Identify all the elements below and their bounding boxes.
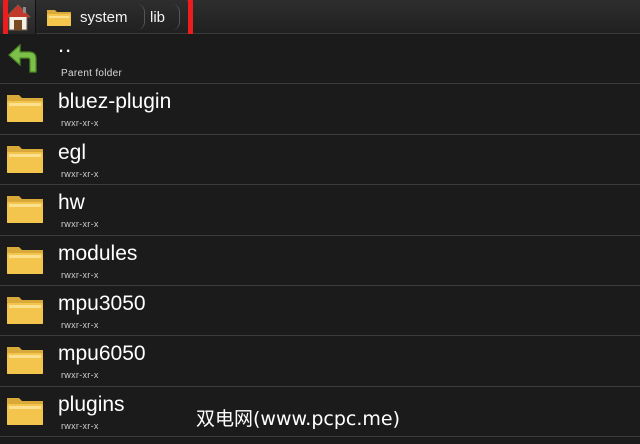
list-item[interactable]: egl rwxr-xr-x [0,134,640,186]
folder-icon [7,95,43,123]
parent-folder-row[interactable]: .. Parent folder [0,32,640,85]
row-permissions: rwxr-xr-x [61,219,99,230]
folder-icon [7,196,43,224]
row-permissions: rwxr-xr-x [61,118,99,129]
home-button[interactable] [0,0,36,34]
row-permissions: rwxr-xr-x [61,269,99,280]
list-item[interactable]: hw rwxr-xr-x [0,185,640,236]
row-name: modules [58,241,138,265]
row-name: egl [58,140,87,164]
breadcrumb-label: lib [150,8,166,26]
row-name: bluez-plugin [58,90,172,114]
row-permissions: rwxr-xr-x [61,370,99,381]
breadcrumb-separator [172,4,180,30]
row-permissions: rwxr-xr-x [61,319,99,330]
row-name: mpu6050 [58,342,146,366]
file-list: .. Parent folder bluez-plugin rwxr-xr-x … [0,32,640,438]
list-item[interactable]: mpu3050 rwxr-xr-x [0,285,640,337]
list-item[interactable]: bluez-plugin rwxr-xr-x [0,84,640,135]
folder-icon [7,296,43,324]
file-manager-app: system lib .. Parent folder bluez-plugin… [0,0,640,444]
folder-icon [7,145,43,173]
breadcrumb-item-system[interactable]: system [46,0,128,34]
row-name: plugins [58,392,125,416]
row-permissions: rwxr-xr-x [61,420,99,431]
list-item[interactable]: modules rwxr-xr-x [0,235,640,286]
row-name: hw [58,191,85,215]
breadcrumb-bar: system lib [0,0,640,41]
folder-icon [7,397,43,425]
row-name: .. [58,32,73,57]
breadcrumb-item-lib[interactable]: lib [150,0,165,34]
folder-icon [7,246,43,274]
breadcrumb-label: system [80,8,128,26]
row-subtitle: Parent folder [61,68,123,79]
list-item[interactable]: mpu6050 rwxr-xr-x [0,336,640,387]
folder-icon [7,347,43,375]
home-icon [5,4,31,31]
watermark: 双电网(www.pcpc.me) [196,408,400,430]
row-name: mpu3050 [58,291,146,315]
row-permissions: rwxr-xr-x [61,168,99,179]
back-arrow-icon [8,43,37,73]
folder-icon [47,10,71,26]
breadcrumb-separator [137,4,145,30]
